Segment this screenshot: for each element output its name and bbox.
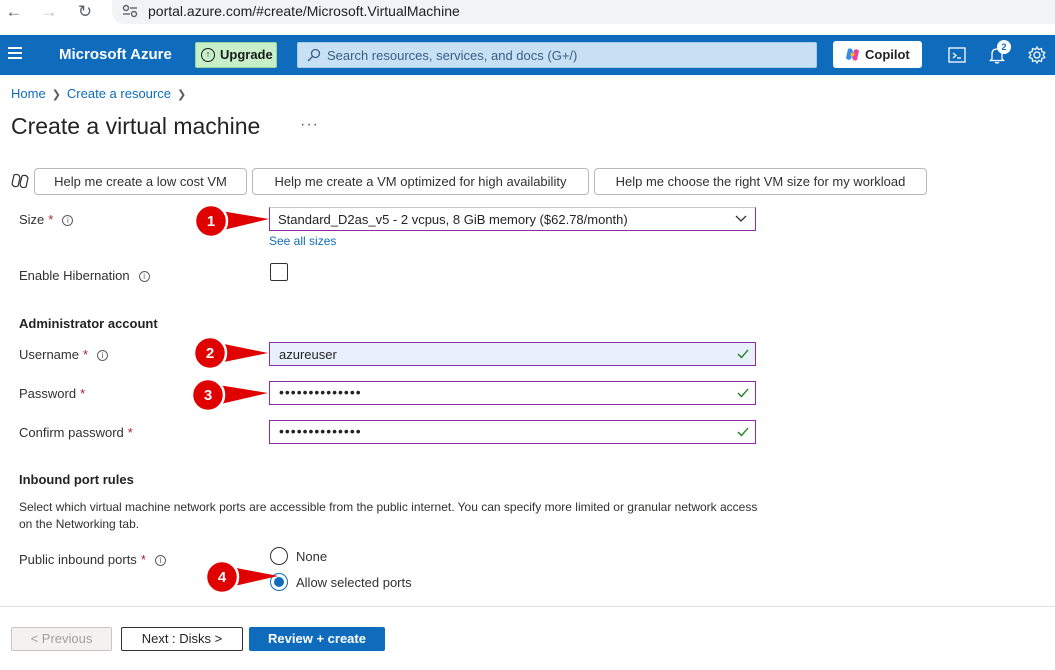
callout-1: 1	[193, 203, 269, 239]
required-marker: *	[48, 212, 54, 227]
reload-icon[interactable]: ↻	[73, 0, 97, 24]
address-bar[interactable]: portal.azure.com/#create/Microsoft.Virtu…	[112, 0, 1055, 24]
required-marker: *	[82, 347, 89, 362]
checkmark-icon	[737, 388, 749, 398]
help-low-cost-vm-button[interactable]: Help me create a low cost VM	[34, 168, 247, 195]
help-vm-size-button[interactable]: Help me choose the right VM size for my …	[594, 168, 927, 195]
hibernation-checkbox[interactable]	[270, 263, 288, 281]
admin-section-heading: Administrator account	[19, 316, 158, 331]
callout-2: 2	[192, 335, 268, 371]
inbound-description: Select which virtual machine network por…	[19, 500, 758, 531]
copilot-help-icon	[11, 173, 29, 189]
checkmark-icon	[737, 427, 749, 437]
url-text[interactable]: portal.azure.com/#create/Microsoft.Virtu…	[148, 3, 460, 19]
hibernation-label-text: Enable Hibernation	[19, 268, 130, 283]
info-icon[interactable]: i	[62, 215, 74, 226]
review-create-button[interactable]: Review + create	[249, 627, 385, 651]
cloud-shell-icon[interactable]	[947, 45, 967, 65]
checkmark-icon	[737, 349, 749, 359]
confirm-password-label: Confirm password *	[19, 425, 133, 440]
azure-topbar: Microsoft Azure ↑ Upgrade Search resourc…	[0, 35, 1055, 75]
callout-3: 3	[190, 377, 268, 413]
inbound-section-heading: Inbound port rules	[19, 472, 134, 487]
password-value: ••••••••••••••	[279, 384, 362, 400]
chevron-right-icon: ❯	[176, 89, 187, 101]
back-arrow-icon[interactable]: ←	[2, 0, 26, 24]
confirm-password-field[interactable]: ••••••••••••••	[269, 420, 756, 444]
size-select[interactable]: Standard_D2as_v5 - 2 vcpus, 8 GiB memory…	[269, 207, 756, 231]
username-field[interactable]: azureuser	[269, 342, 756, 366]
required-marker: *	[80, 386, 86, 401]
next-disks-button[interactable]: Next : Disks >	[121, 627, 243, 651]
help-high-availability-button[interactable]: Help me create a VM optimized for high a…	[252, 168, 589, 195]
callout-4: 4	[204, 559, 278, 595]
breadcrumb-home[interactable]: Home	[11, 86, 46, 101]
footer-divider	[0, 606, 1055, 607]
copilot-label: Copilot	[865, 47, 910, 62]
info-icon[interactable]: i	[154, 555, 166, 566]
see-all-sizes-link[interactable]: See all sizes	[269, 234, 336, 248]
copilot-icon	[846, 48, 859, 61]
site-settings-icon[interactable]	[122, 4, 138, 18]
username-label: Username * i	[19, 347, 109, 362]
notification-badge: 2	[997, 40, 1011, 54]
menu-icon[interactable]	[8, 47, 22, 61]
password-field[interactable]: ••••••••••••••	[269, 381, 756, 405]
more-options-button[interactable]: ···	[300, 116, 319, 134]
callout-1-number: 1	[207, 213, 215, 230]
callout-3-number: 3	[204, 387, 212, 404]
breadcrumb: Home ❯ Create a resource ❯	[11, 86, 192, 101]
search-icon	[307, 48, 321, 62]
radio-none-label[interactable]: None	[296, 549, 327, 564]
upgrade-button[interactable]: ↑ Upgrade	[195, 42, 277, 68]
breadcrumb-create-resource[interactable]: Create a resource	[67, 86, 171, 101]
size-select-value: Standard_D2as_v5 - 2 vcpus, 8 GiB memory…	[278, 212, 628, 227]
upgrade-arrow-icon: ↑	[201, 48, 215, 62]
page-title: Create a virtual machine	[11, 113, 261, 139]
search-placeholder: Search resources, services, and docs (G+…	[327, 48, 578, 63]
password-label: Password *	[19, 386, 85, 401]
password-label-text: Password	[19, 386, 77, 401]
upgrade-label: Upgrade	[220, 47, 273, 62]
copilot-button[interactable]: Copilot	[833, 41, 922, 68]
size-label-text: Size	[19, 212, 45, 227]
callout-2-number: 2	[206, 345, 214, 362]
chevron-down-icon	[735, 215, 747, 222]
username-value: azureuser	[279, 347, 337, 362]
browser-bar: ← → ↻ portal.azure.com/#create/Microsoft…	[0, 0, 1055, 35]
previous-button[interactable]: < Previous	[11, 627, 112, 651]
brand-title[interactable]: Microsoft Azure	[59, 46, 172, 63]
search-input[interactable]: Search resources, services, and docs (G+…	[297, 42, 817, 68]
radio-allow-selected-ports-label[interactable]: Allow selected ports	[296, 575, 412, 590]
forward-arrow-icon[interactable]: →	[37, 0, 61, 24]
gear-icon[interactable]	[1027, 45, 1047, 65]
info-icon[interactable]: i	[97, 350, 109, 361]
size-label: Size * i	[19, 212, 74, 227]
public-ports-label: Public inbound ports * i	[19, 552, 166, 567]
username-label-text: Username	[19, 347, 79, 362]
confirm-password-value: ••••••••••••••	[279, 423, 362, 439]
info-icon[interactable]: i	[138, 271, 150, 282]
required-marker: *	[127, 425, 133, 440]
public-ports-label-text: Public inbound ports	[19, 552, 137, 567]
callout-4-number: 4	[218, 569, 227, 586]
required-marker: *	[140, 552, 146, 567]
hibernation-label: Enable Hibernation i	[19, 268, 150, 283]
chevron-right-icon: ❯	[51, 89, 61, 101]
confirm-password-label-text: Confirm password	[19, 425, 124, 440]
